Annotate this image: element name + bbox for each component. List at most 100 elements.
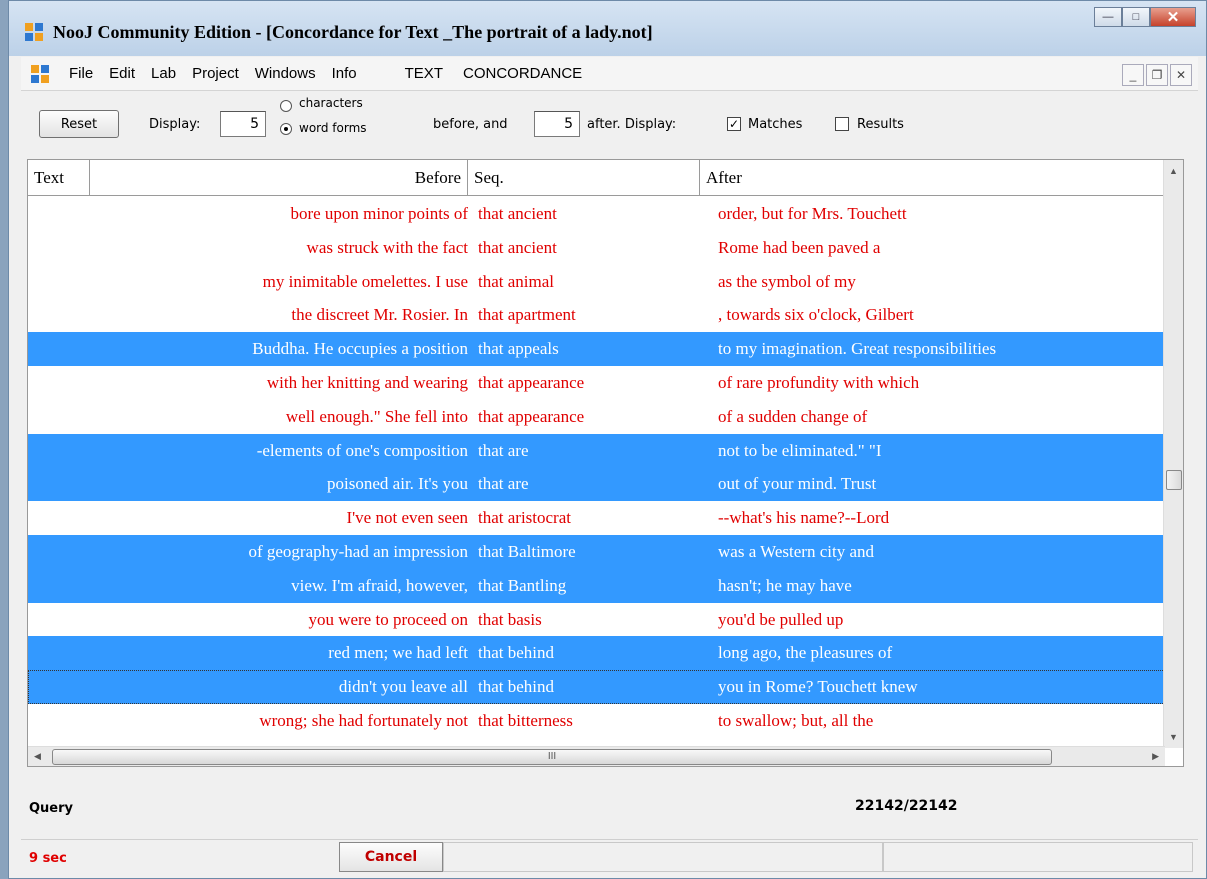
- table-row[interactable]: wrong; she had fortunately not that bitte…: [28, 704, 1165, 738]
- cell-before: of geography-had an impression: [248, 541, 468, 561]
- status-panel-right: [883, 842, 1193, 872]
- cell-seq: that basis: [478, 609, 542, 629]
- menu-windows[interactable]: Windows: [247, 65, 324, 82]
- word-forms-radio[interactable]: [280, 123, 292, 135]
- cell-before: well enough." She fell into: [285, 406, 468, 426]
- cell-seq: that Baltimore: [478, 541, 576, 561]
- display-label: Display:: [149, 117, 201, 132]
- scroll-right-icon[interactable]: ▶: [1152, 751, 1159, 762]
- title-bar[interactable]: NooJ Community Edition - [Concordance fo…: [9, 1, 1206, 56]
- concordance-table[interactable]: Text Before Seq. After bore upon minor p…: [27, 159, 1184, 767]
- child-restore-button[interactable]: ❐: [1146, 64, 1168, 86]
- table-row[interactable]: of geography-had an impression that Balti…: [28, 534, 1165, 569]
- nooj-app-icon[interactable]: [31, 64, 49, 83]
- before-count-input[interactable]: 5: [220, 111, 266, 137]
- menu-project[interactable]: Project: [184, 65, 247, 82]
- child-window-controls: _ ❐ ✕: [1120, 64, 1192, 86]
- menu-info[interactable]: Info: [324, 65, 365, 82]
- minimize-button[interactable]: —: [1094, 7, 1122, 27]
- menu-edit[interactable]: Edit: [101, 65, 143, 82]
- table-row[interactable]: you were to proceed on that basis you'd be…: [28, 603, 1165, 637]
- window-title: NooJ Community Edition - [Concordance fo…: [53, 22, 653, 42]
- cell-before: -elements of one's composition: [256, 440, 468, 460]
- cell-seq: that apartment: [478, 305, 576, 325]
- matches-label: Matches: [748, 117, 803, 132]
- cell-seq: that ancient: [478, 204, 557, 223]
- table-row[interactable]: with her knitting and wearing that appear…: [28, 366, 1165, 400]
- close-icon: ✕: [1175, 68, 1187, 82]
- table-header: Text Before Seq. After: [28, 160, 1165, 196]
- scroll-left-icon[interactable]: ◀: [34, 751, 41, 762]
- column-header-before[interactable]: Before: [90, 160, 468, 196]
- reset-button[interactable]: Reset: [39, 110, 119, 138]
- table-row[interactable]: view. I'm afraid, however, that Bantling h…: [28, 568, 1165, 603]
- match-count: 22142/22142: [855, 798, 958, 814]
- cell-after: to my imagination. Great responsibilitie…: [718, 339, 997, 359]
- table-row[interactable]: poisoned air. It's you that are out of you…: [28, 467, 1165, 502]
- cell-seq: that are: [478, 440, 529, 460]
- cell-seq: that animal: [478, 271, 555, 291]
- before-and-label: before, and: [433, 117, 508, 132]
- concordance-toolbar: Reset Display: 5 characters word forms b…: [21, 92, 1198, 152]
- cancel-button[interactable]: Cancel: [339, 842, 443, 872]
- cell-after: was a Western city and: [718, 541, 874, 561]
- cell-before: red men; we had left: [328, 643, 468, 663]
- child-close-button[interactable]: ✕: [1170, 64, 1192, 86]
- cell-after: Rome had been paved a: [718, 237, 881, 257]
- cell-before: wrong; she had fortunately not: [259, 710, 468, 730]
- column-header-after[interactable]: After: [700, 160, 1165, 196]
- close-icon: ✕: [1166, 9, 1180, 26]
- minimize-icon: _: [1129, 68, 1137, 82]
- cell-seq: that appearance: [478, 406, 585, 426]
- cell-after: of rare profundity with which: [718, 372, 920, 392]
- table-row[interactable]: was struck with the fact that ancient Rome…: [28, 231, 1165, 265]
- vertical-scrollbar[interactable]: ▲ ▼: [1163, 160, 1183, 748]
- menu-concordance[interactable]: CONCORDANCE: [455, 65, 590, 82]
- column-header-text[interactable]: Text: [28, 160, 90, 196]
- restore-icon: ❐: [1151, 68, 1163, 82]
- cell-seq: that bitterness: [478, 710, 573, 730]
- scroll-up-icon[interactable]: ▲: [1169, 166, 1178, 176]
- menu-bar: File Edit Lab Project Windows Info TEXT …: [21, 57, 1198, 91]
- table-row[interactable]: my inimitable omelettes. I use that anima…: [28, 265, 1165, 299]
- cell-before: poisoned air. It's you: [327, 474, 468, 494]
- table-row[interactable]: I've not even seen that aristocrat --what'…: [28, 501, 1165, 535]
- word-forms-label: word forms: [299, 121, 367, 135]
- cell-seq: that appearance: [478, 372, 585, 392]
- menu-text[interactable]: TEXT: [393, 65, 455, 82]
- cell-before: didn't you leave all: [338, 677, 468, 697]
- characters-radio[interactable]: [280, 100, 292, 112]
- horizontal-scrollbar[interactable]: ◀ III ▶: [28, 746, 1165, 766]
- cell-before: the discreet Mr. Rosier. In: [291, 305, 468, 325]
- table-row[interactable]: bore upon minor points of that ancient ord…: [28, 197, 1165, 231]
- results-checkbox[interactable]: [835, 117, 849, 131]
- cell-seq: that are: [478, 474, 529, 494]
- table-row[interactable]: -elements of one's composition that are no…: [28, 433, 1165, 468]
- results-label: Results: [857, 117, 904, 132]
- matches-checkbox[interactable]: ✓: [727, 117, 741, 131]
- table-body: bore upon minor points of that ancient ord…: [28, 197, 1165, 738]
- column-header-seq[interactable]: Seq.: [468, 160, 700, 196]
- table-row[interactable]: red men; we had left that behind long ago,…: [28, 636, 1165, 671]
- cell-seq: that ancient: [478, 237, 557, 257]
- horizontal-scroll-thumb[interactable]: III: [52, 749, 1052, 765]
- cell-after: hasn't; he may have: [718, 575, 852, 595]
- table-row[interactable]: the discreet Mr. Rosier. In that apartmen…: [28, 298, 1165, 332]
- nooj-app-icon: [25, 23, 43, 41]
- table-row[interactable]: well enough." She fell into that appearan…: [28, 400, 1165, 434]
- table-row[interactable]: didn't you leave all that behind you in Ro…: [28, 670, 1165, 704]
- cell-after: not to be eliminated." "I: [718, 440, 882, 460]
- scroll-down-icon[interactable]: ▼: [1169, 732, 1178, 742]
- cell-before: I've not even seen: [346, 508, 468, 528]
- vertical-scroll-thumb[interactable]: [1166, 470, 1182, 491]
- table-row[interactable]: Buddha. He occupies a position that appea…: [28, 332, 1165, 366]
- cell-before: you were to proceed on: [308, 609, 468, 629]
- maximize-button[interactable]: □: [1122, 7, 1150, 27]
- child-minimize-button[interactable]: _: [1122, 64, 1144, 86]
- after-count-input[interactable]: 5: [534, 111, 580, 137]
- close-button[interactable]: ✕: [1150, 7, 1196, 27]
- menu-lab[interactable]: Lab: [143, 65, 184, 82]
- app-window: NooJ Community Edition - [Concordance fo…: [8, 0, 1207, 879]
- menu-file[interactable]: File: [61, 65, 101, 82]
- cell-after: out of your mind. Trust: [718, 474, 877, 494]
